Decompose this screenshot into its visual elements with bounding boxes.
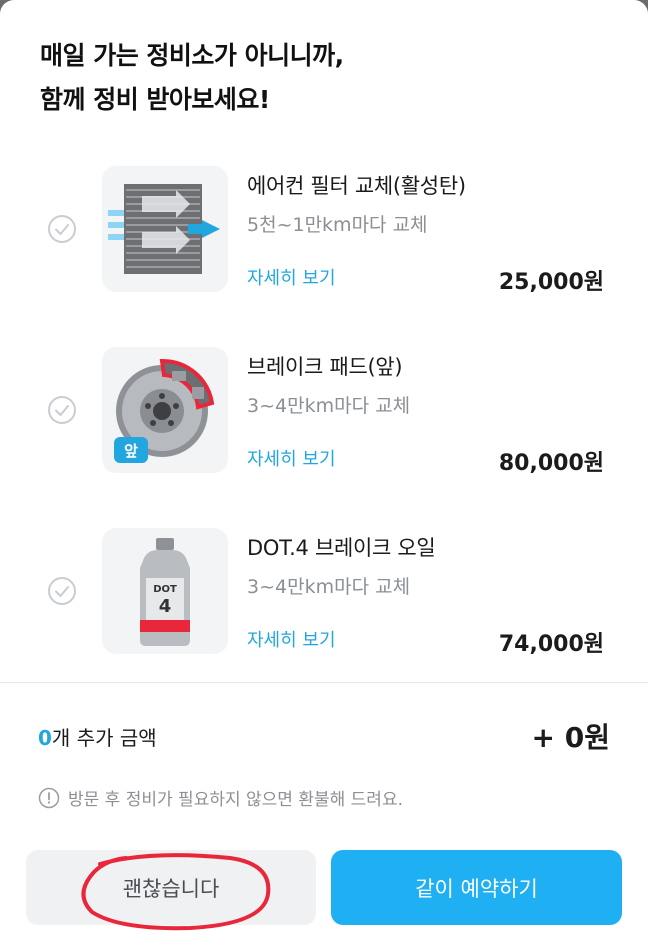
detail-link[interactable]: 자세히 보기	[247, 264, 336, 290]
sheet-title: 매일 가는 정비소가 아니니까, 함께 정비 받아보세요!	[40, 34, 600, 122]
item-name: 에어컨 필터 교체(활성탄)	[247, 174, 466, 198]
item-price: 74,000원	[498, 632, 604, 657]
check-circle-icon[interactable]	[47, 576, 77, 606]
added-total: + 0원	[531, 721, 610, 754]
item-price: 80,000원	[498, 451, 604, 476]
info-icon	[38, 787, 60, 808]
sheet-title-line1: 매일 가는 정비소가 아니니까,	[40, 41, 344, 70]
detail-link[interactable]: 자세히 보기	[247, 445, 336, 471]
brake-pad-icon: 앞	[102, 347, 228, 473]
item-cycle: 3~4만km마다 교체	[247, 395, 411, 417]
summary-divider	[0, 682, 648, 683]
ac-filter-icon	[102, 166, 228, 292]
sheet-title-line2: 함께 정비 받아보세요!	[40, 85, 270, 114]
service-item-brake-pad[interactable]: 앞 브레이크 패드(앞) 3~4만km마다 교체 자세히 보기 80,000원	[0, 347, 648, 477]
sheet-corner-right	[634, 0, 648, 14]
item-cycle: 3~4만km마다 교체	[247, 576, 411, 598]
item-name: 브레이크 패드(앞)	[247, 355, 403, 379]
bottle-label-top: DOT	[153, 584, 177, 595]
sheet-corner-left	[0, 0, 14, 14]
added-count-label: 0개 추가 금액	[38, 722, 157, 751]
item-name: DOT.4 브레이크 오일	[247, 536, 436, 560]
decline-button[interactable]: 괜찮습니다	[26, 850, 316, 925]
bottle-label-num: 4	[158, 596, 172, 617]
service-item-brake-oil[interactable]: DOT 4 DOT.4 브레이크 오일 3~4만km마다 교체 자세히 보기 7…	[0, 528, 648, 658]
refund-notice-text: 방문 후 정비가 필요하지 않으면 환불해 드려요.	[68, 790, 403, 810]
item-cycle: 5천~1만km마다 교체	[247, 214, 428, 236]
check-circle-icon[interactable]	[47, 214, 77, 244]
added-count-suffix: 개 추가 금액	[51, 726, 157, 750]
brake-oil-icon: DOT 4	[102, 528, 228, 654]
refund-notice: 방문 후 정비가 필요하지 않으면 환불해 드려요.	[38, 785, 403, 810]
item-price: 25,000원	[498, 270, 604, 295]
added-count: 0	[38, 726, 52, 750]
service-item-ac-filter[interactable]: 에어컨 필터 교체(활성탄) 5천~1만km마다 교체 자세히 보기 25,00…	[0, 166, 648, 296]
check-circle-icon[interactable]	[47, 395, 77, 425]
front-badge: 앞	[114, 437, 148, 463]
detail-link[interactable]: 자세히 보기	[247, 626, 336, 652]
book-together-button[interactable]: 같이 예약하기	[331, 850, 622, 925]
